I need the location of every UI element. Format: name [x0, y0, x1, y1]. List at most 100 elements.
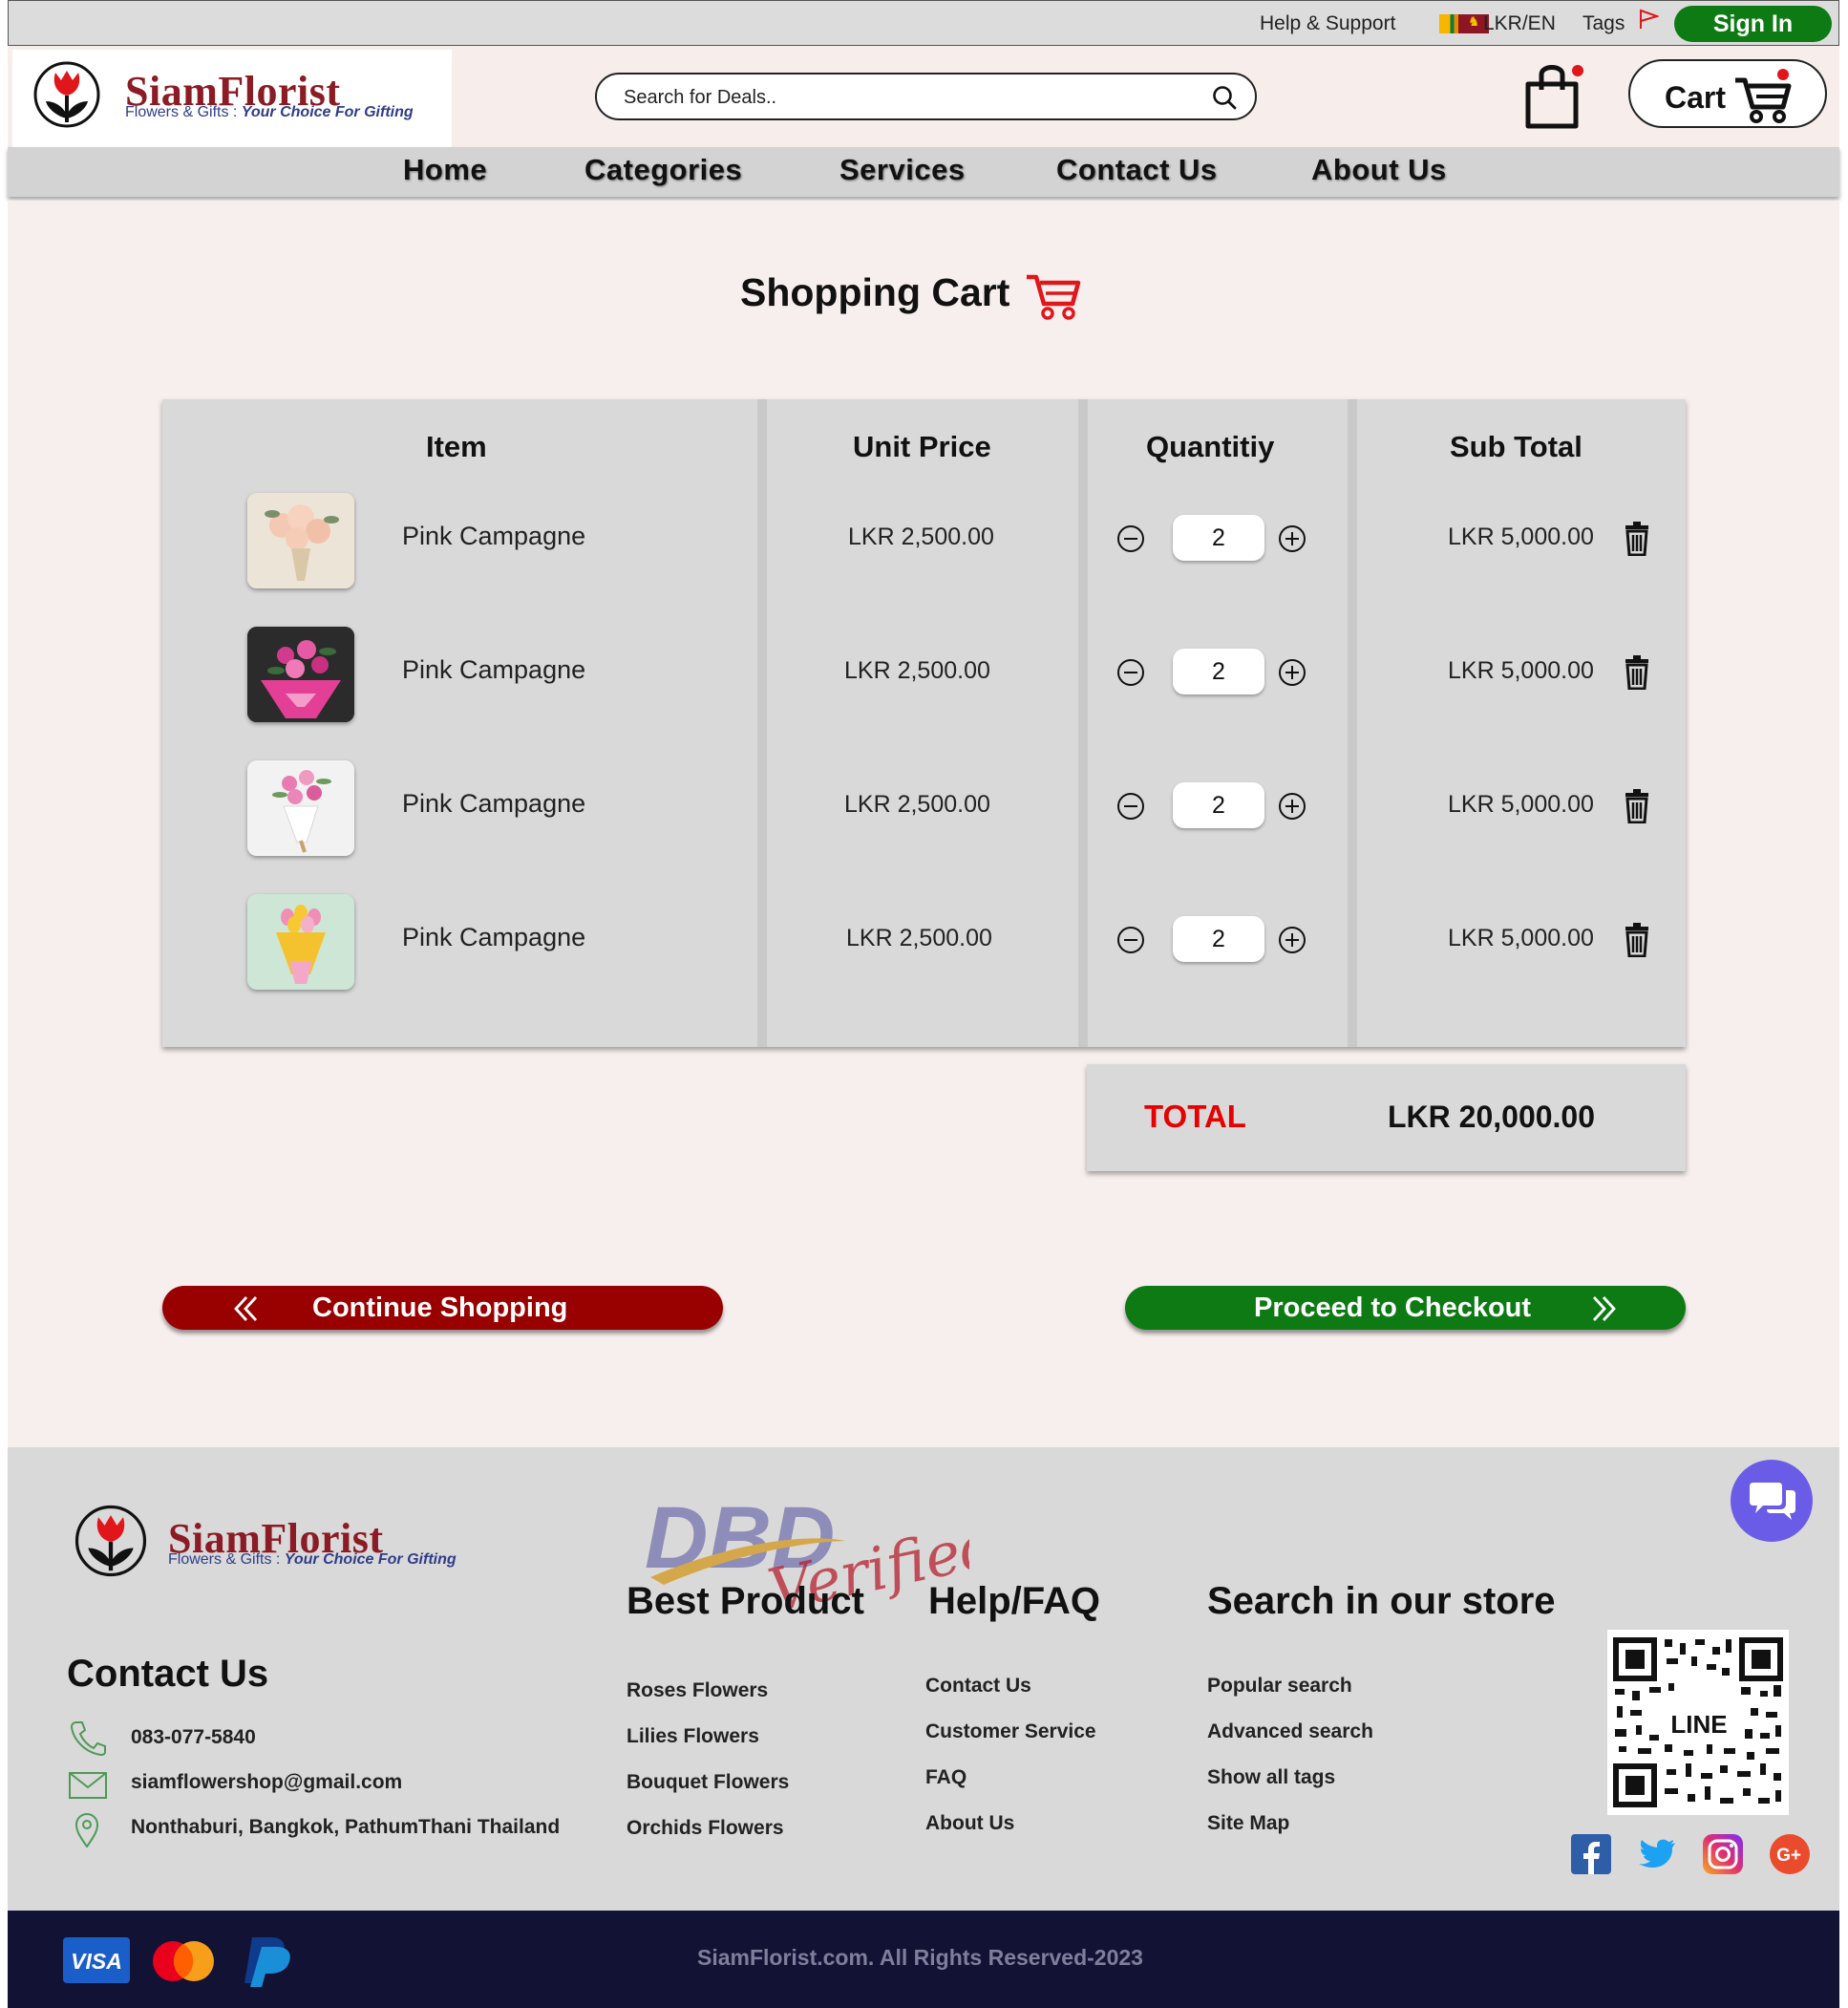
best-product-heading: Best Product — [627, 1580, 864, 1622]
nav-categories[interactable]: Categories — [584, 153, 742, 187]
column-header-unit-price: Unit Price — [853, 430, 991, 463]
item-name: Pink Campagne — [402, 923, 586, 951]
footer-contact-heading: Contact Us — [67, 1653, 269, 1695]
product-thumbnail[interactable] — [247, 894, 354, 990]
unit-price: LKR 2,500.00 — [848, 523, 994, 550]
sri-lanka-flag-icon[interactable] — [1439, 14, 1489, 33]
increase-quantity-icon[interactable] — [1278, 658, 1306, 687]
decrease-quantity-icon[interactable] — [1116, 926, 1145, 954]
tulip-logo-icon — [33, 61, 100, 128]
column-divider — [1078, 399, 1088, 1047]
shopping-bag-icon[interactable] — [1519, 59, 1585, 132]
phone-icon — [70, 1721, 106, 1756]
chat-bubbles-icon — [1750, 1483, 1795, 1520]
footer-link-roses[interactable]: Roses Flowers — [627, 1679, 768, 1702]
location-pin-icon — [74, 1813, 99, 1848]
red-cart-icon — [1027, 274, 1081, 320]
unit-price: LKR 2,500.00 — [846, 925, 992, 951]
footer-phone[interactable]: 083-077-5840 — [131, 1726, 256, 1749]
footer-email[interactable]: siamflowershop@gmail.com — [131, 1771, 402, 1794]
footer-link-bouquet[interactable]: Bouquet Flowers — [627, 1771, 789, 1794]
product-thumbnail[interactable] — [247, 627, 354, 722]
product-thumbnail[interactable] — [247, 493, 354, 588]
footer-link-show-all-tags[interactable]: Show all tags — [1207, 1766, 1335, 1789]
item-name: Pink Campagne — [402, 789, 586, 818]
sign-in-button[interactable]: Sign In — [1674, 6, 1832, 42]
peach-rose-bouquet-image — [247, 493, 354, 588]
trash-icon[interactable] — [1624, 923, 1650, 957]
mastercard-icon — [153, 1941, 214, 1981]
trash-icon[interactable] — [1624, 789, 1650, 823]
svg-text:VISA: VISA — [71, 1949, 122, 1974]
footer-link-orchids[interactable]: Orchids Flowers — [627, 1817, 784, 1840]
increase-quantity-icon[interactable] — [1278, 524, 1306, 553]
item-name: Pink Campagne — [402, 655, 586, 684]
increase-quantity-icon[interactable] — [1278, 926, 1306, 954]
trash-icon[interactable] — [1624, 522, 1650, 556]
trash-icon[interactable] — [1624, 655, 1650, 690]
footer-address: Nonthaburi, Bangkok, PathumThani Thailan… — [131, 1816, 561, 1838]
nav-services[interactable]: Services — [839, 153, 966, 187]
footer-link-site-map[interactable]: Site Map — [1207, 1812, 1289, 1835]
footer-link-about-us[interactable]: About Us — [925, 1812, 1014, 1835]
pink-wrapped-bouquet-image — [247, 627, 354, 722]
decrease-quantity-icon[interactable] — [1116, 658, 1145, 687]
nav-home[interactable]: Home — [403, 153, 487, 187]
decrease-quantity-icon[interactable] — [1116, 792, 1145, 821]
instagram-icon[interactable] — [1703, 1834, 1743, 1874]
paypal-icon — [244, 1937, 290, 1987]
column-divider — [757, 399, 767, 1047]
quantity-input[interactable]: 2 — [1173, 916, 1264, 962]
email-icon — [69, 1772, 107, 1799]
search-icon[interactable] — [1211, 84, 1238, 111]
cart-label: Cart — [1665, 80, 1727, 115]
unit-price: LKR 2,500.00 — [844, 657, 990, 684]
quantity-input[interactable]: 2 — [1173, 649, 1264, 694]
red-flag-icon — [1640, 9, 1659, 29]
item-subtotal: LKR 5,000.00 — [1448, 657, 1594, 684]
footer-link-customer-service[interactable]: Customer Service — [925, 1720, 1096, 1743]
currency-language-selector[interactable]: LKR/EN — [1483, 12, 1556, 35]
item-subtotal: LKR 5,000.00 — [1448, 791, 1594, 818]
footer-link-faq[interactable]: FAQ — [925, 1766, 966, 1789]
tags-link[interactable]: Tags — [1582, 12, 1625, 35]
yellow-tulip-bouquet-image — [247, 894, 354, 990]
continue-shopping-button[interactable]: Continue Shopping — [162, 1286, 723, 1330]
proceed-to-checkout-button[interactable]: Proceed to Checkout — [1125, 1286, 1686, 1330]
page-title: Shopping Cart — [740, 270, 1010, 314]
cart-button[interactable]: Cart — [1628, 59, 1827, 128]
flag-lion-icon: ♞ — [1468, 13, 1480, 29]
item-subtotal: LKR 5,000.00 — [1448, 925, 1594, 951]
double-chevron-right-icon — [1592, 1296, 1616, 1321]
column-divider — [1348, 399, 1357, 1047]
footer-link-lilies[interactable]: Lilies Flowers — [627, 1725, 759, 1748]
twitter-icon[interactable] — [1637, 1834, 1677, 1874]
total-label: TOTAL — [1144, 1099, 1246, 1134]
line-qr-code[interactable]: LINE — [1607, 1630, 1789, 1815]
nav-about-us[interactable]: About Us — [1311, 153, 1447, 187]
svg-text:G+: G+ — [1776, 1846, 1801, 1866]
visa-icon: VISA — [63, 1937, 130, 1983]
search-input[interactable] — [622, 84, 1189, 111]
facebook-icon[interactable] — [1571, 1834, 1611, 1874]
nav-contact-us[interactable]: Contact Us — [1056, 153, 1218, 187]
product-thumbnail[interactable] — [247, 760, 354, 856]
qr-line-label: LINE — [1670, 1710, 1727, 1739]
quantity-input[interactable]: 2 — [1173, 782, 1264, 828]
unit-price: LKR 2,500.00 — [844, 791, 990, 818]
google-plus-icon[interactable]: G+ — [1770, 1834, 1810, 1874]
total-value: LKR 20,000.00 — [1388, 1100, 1596, 1134]
increase-quantity-icon[interactable] — [1278, 792, 1306, 821]
decrease-quantity-icon[interactable] — [1116, 524, 1145, 553]
footer-link-contact-us[interactable]: Contact Us — [925, 1675, 1031, 1698]
column-header-quantity: Quantitiy — [1146, 430, 1275, 463]
item-subtotal: LKR 5,000.00 — [1448, 523, 1594, 550]
footer-link-popular-search[interactable]: Popular search — [1207, 1675, 1352, 1698]
chat-button[interactable] — [1731, 1460, 1813, 1542]
quantity-input[interactable]: 2 — [1173, 515, 1264, 561]
footer-tulip-logo-icon — [74, 1505, 147, 1577]
help-support-link[interactable]: Help & Support — [1260, 12, 1395, 35]
site-logo[interactable]: SiamFlorist Flowers & Gifts : Your Choic… — [12, 50, 452, 147]
search-store-heading: Search in our store — [1207, 1580, 1556, 1622]
footer-link-advanced-search[interactable]: Advanced search — [1207, 1720, 1373, 1743]
